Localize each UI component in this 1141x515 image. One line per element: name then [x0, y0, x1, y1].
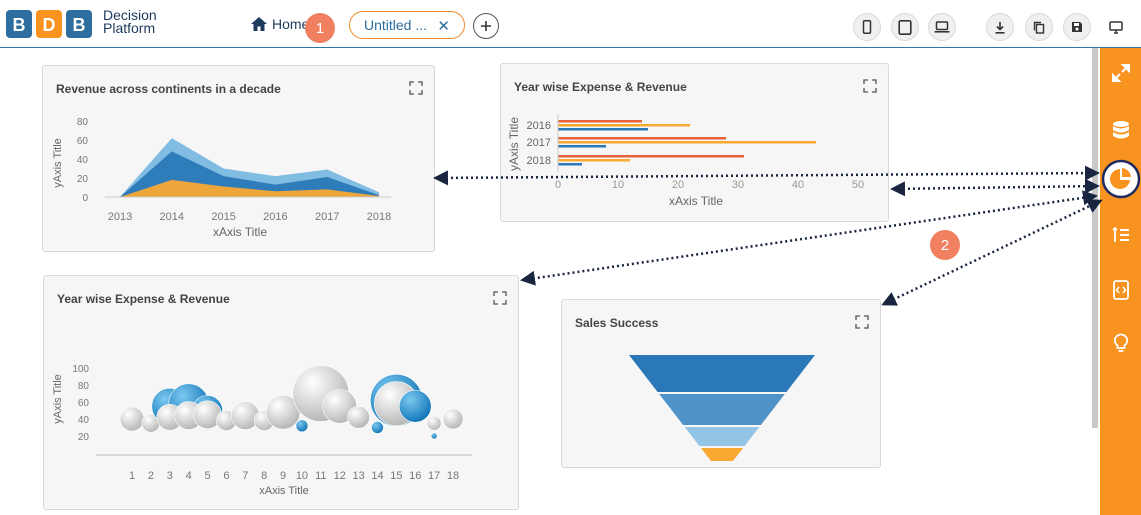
- callout-badge-2: 2: [930, 230, 960, 260]
- arrow-to-area-chart: [433, 165, 1100, 186]
- callout-arrows: [433, 165, 1103, 306]
- arrow-to-hbar-chart: [890, 178, 1100, 197]
- arrow-to-bubble-chart: [520, 190, 1098, 286]
- arrow-to-funnel-chart: [881, 199, 1103, 306]
